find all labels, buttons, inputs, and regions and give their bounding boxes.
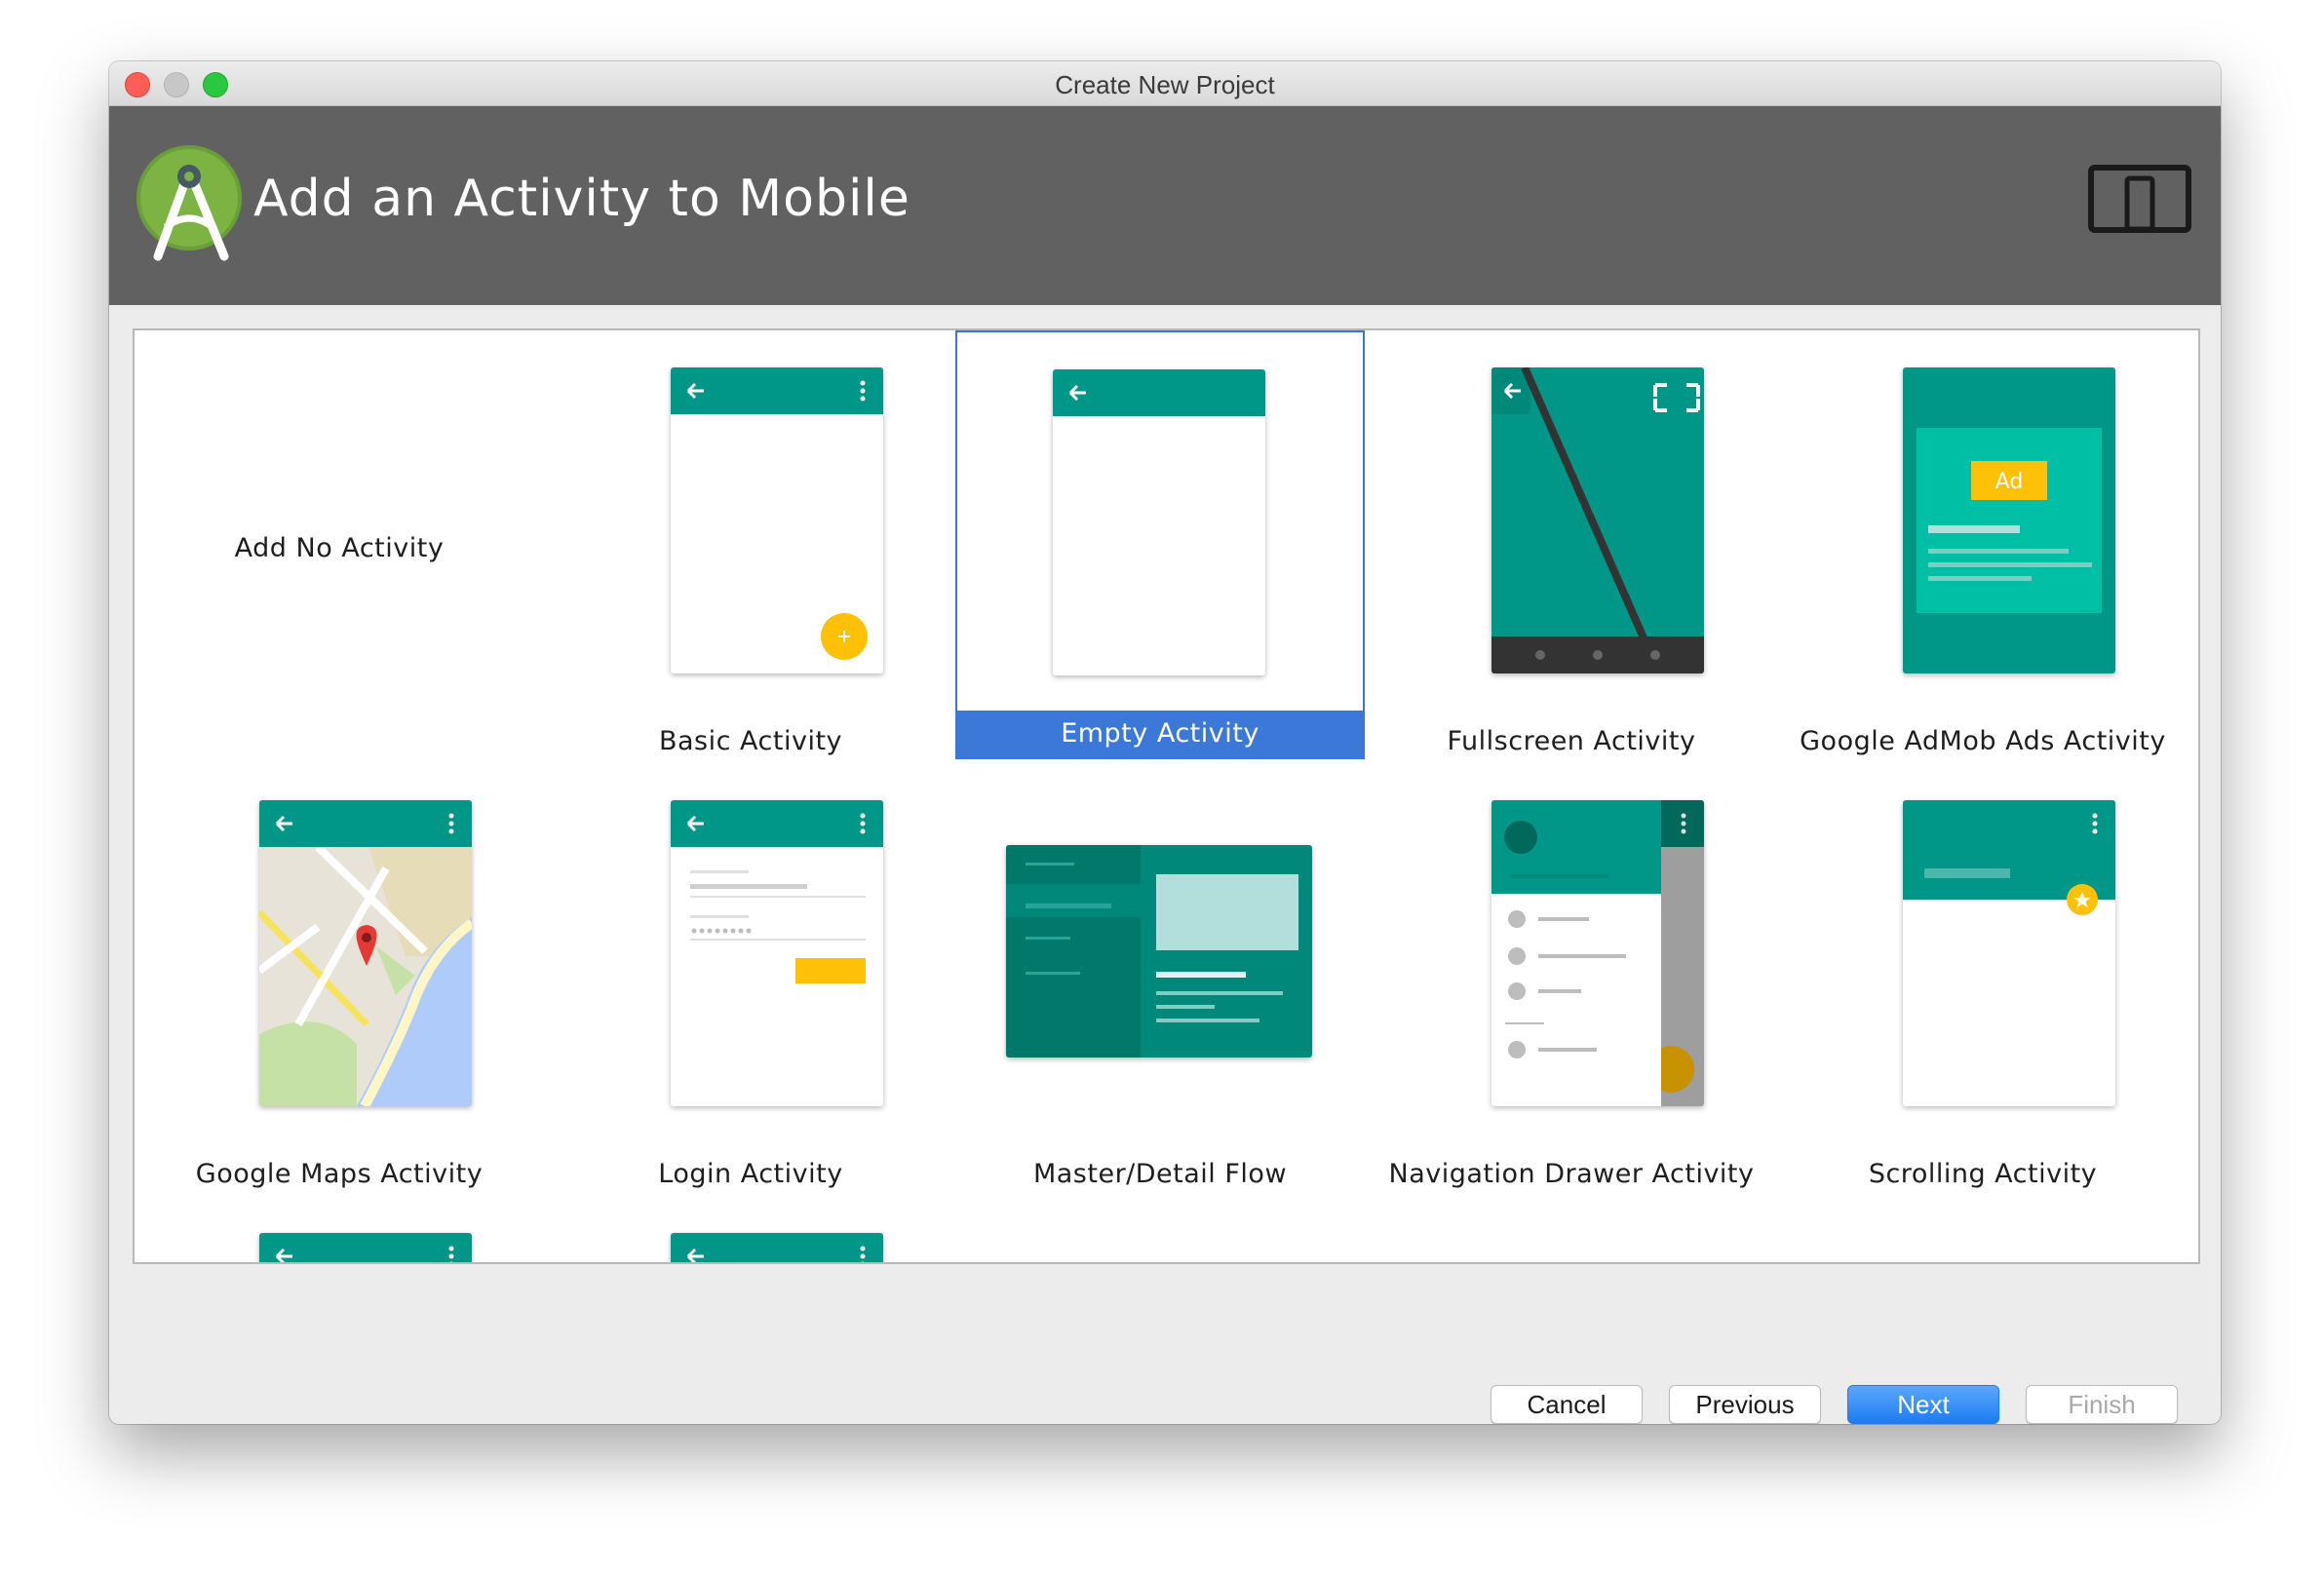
template-tile-navigation-drawer-activity[interactable]: Navigation Drawer Activity [1367, 763, 1776, 1192]
title-bar: Create New Project [109, 61, 2221, 106]
fullscreen-activity-preview [1491, 367, 1704, 673]
window-title: Create New Project [1055, 70, 1275, 99]
phone-tablet-icon [2088, 165, 2191, 235]
maps-activity-preview [259, 800, 472, 1106]
template-tile-row3-2[interactable] [546, 1196, 955, 1262]
template-tile-login-activity[interactable]: Login Activity [546, 763, 955, 1192]
template-label: Fullscreen Activity [1447, 726, 1696, 756]
empty-activity-preview [1053, 369, 1265, 675]
template-tile-add-no-activity[interactable]: Add No Activity [135, 330, 544, 759]
template-label: Empty Activity [957, 711, 1363, 757]
template-label: Google AdMob Ads Activity [1800, 726, 2166, 756]
template-tile-google-admob-ads-activity[interactable]: Ad Google AdMob Ads Activity [1778, 330, 2188, 759]
scrolling-activity-preview [1903, 800, 2115, 1106]
template-tile-empty-activity[interactable]: Empty Activity [955, 330, 1365, 759]
basic-activity-preview [671, 367, 883, 673]
template-tile-google-maps-activity[interactable]: Google Maps Activity [135, 763, 544, 1192]
wizard-footer: Cancel Previous Next Finish [109, 1260, 2221, 1424]
template-tile-basic-activity[interactable]: Basic Activity [546, 330, 955, 759]
template-label: Master/Detail Flow [1032, 1159, 1288, 1189]
template-label: Google Maps Activity [195, 1159, 484, 1189]
navigation-drawer-preview [1491, 800, 1704, 1106]
template-label: Add No Activity [234, 533, 445, 563]
activity-template-gallery[interactable]: Add No Activity Basic Activity Empty Act… [133, 328, 2200, 1264]
template-label: Basic Activity [658, 726, 843, 756]
login-activity-preview [671, 800, 883, 1106]
ad-badge: Ad [1995, 470, 2024, 494]
wizard-header: Add an Activity to Mobile [109, 106, 2221, 305]
template-tile-master-detail-flow[interactable]: Master/Detail Flow [955, 763, 1365, 1192]
template-tile-row3-1[interactable] [135, 1196, 544, 1262]
template-tile-scrolling-activity[interactable]: Scrolling Activity [1778, 763, 2188, 1192]
previous-button[interactable]: Previous [1669, 1385, 1821, 1424]
template-label: Scrolling Activity [1868, 1159, 2098, 1189]
next-button[interactable]: Next [1847, 1385, 1999, 1424]
create-new-project-window: Create New Project Add an Activity to Mo… [109, 61, 2221, 1424]
template-tile-fullscreen-activity[interactable]: Fullscreen Activity [1367, 330, 1776, 759]
android-studio-logo-icon [136, 141, 246, 262]
cancel-button[interactable]: Cancel [1491, 1385, 1643, 1424]
page-title: Add an Activity to Mobile [253, 170, 910, 228]
admob-activity-preview: Ad [1903, 367, 2115, 673]
master-detail-preview [1006, 845, 1312, 1058]
template-label: Navigation Drawer Activity [1388, 1159, 1755, 1189]
finish-button[interactable]: Finish [2026, 1385, 2178, 1424]
template-label: Login Activity [658, 1159, 843, 1189]
